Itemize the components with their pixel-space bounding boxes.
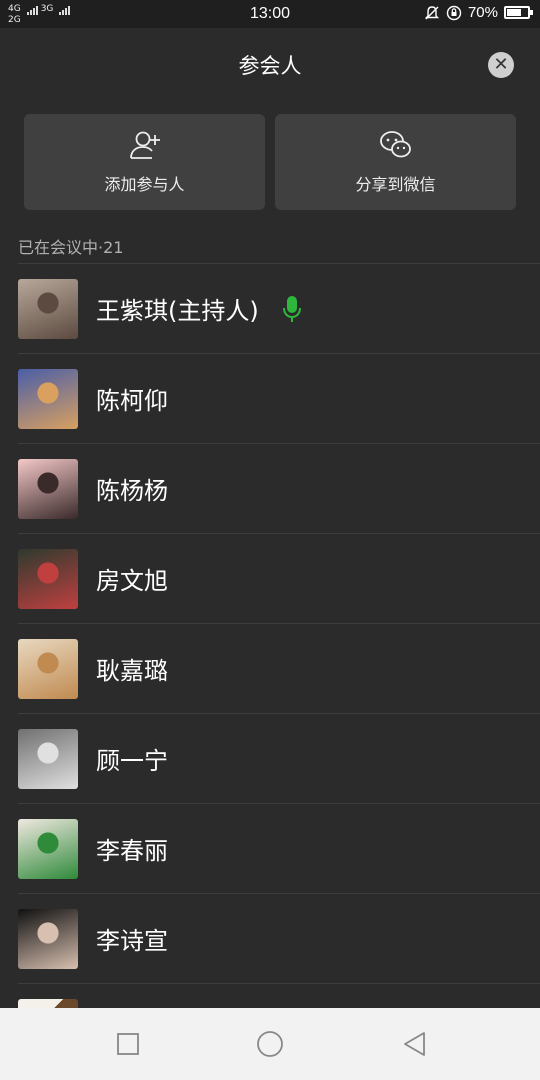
participant-row[interactable]: 陈柯仰 (0, 354, 540, 444)
rotation-lock-icon (446, 5, 462, 20)
participant-row[interactable]: 顾一宁 (0, 714, 540, 804)
avatar (18, 639, 78, 699)
circle-icon[interactable] (256, 1030, 284, 1058)
add-participant-label: 添加参与人 (104, 175, 185, 194)
battery-icon (504, 6, 533, 19)
system-nav-bar (0, 1008, 540, 1080)
avatar (18, 459, 78, 519)
avatar (18, 549, 78, 609)
participant-name: 陈杨杨 (96, 477, 168, 505)
avatar (18, 369, 78, 429)
participant-row[interactable]: 李诗宣 (0, 894, 540, 984)
participant-list: 王紫琪(主持人) 陈柯仰 陈杨杨 房文旭 耿嘉璐 顾一宁 李春丽 李诗宣 (0, 264, 540, 1014)
square-icon[interactable] (116, 1030, 140, 1058)
share-wechat-label: 分享到微信 (355, 175, 436, 194)
status-right: 70% (424, 4, 533, 21)
participant-name: 王紫琪(主持人) (96, 297, 259, 325)
action-cards: 添加参与人 分享到微信 (24, 114, 516, 210)
add-person-icon (129, 131, 160, 159)
add-participant-button[interactable]: 添加参与人 (24, 114, 265, 210)
avatar (18, 729, 78, 789)
participant-name: 耿嘉璐 (96, 657, 168, 685)
header: 参会人 ✕ (0, 28, 540, 104)
page-title: 参会人 (238, 54, 302, 78)
participant-row[interactable]: 陈杨杨 (0, 444, 540, 534)
close-button[interactable]: ✕ (488, 52, 514, 78)
participant-row[interactable]: 耿嘉璐 (0, 624, 540, 714)
in-meeting-count: 已在会议中·21 (18, 238, 124, 257)
participant-row-host[interactable]: 王紫琪(主持人) (0, 264, 540, 354)
share-wechat-button[interactable]: 分享到微信 (275, 114, 516, 210)
participant-name: 房文旭 (96, 567, 168, 595)
microphone-icon (283, 296, 301, 322)
participant-name: 李春丽 (96, 837, 168, 865)
participant-name: 顾一宁 (96, 747, 168, 775)
avatar (18, 279, 78, 339)
alarm-off-icon (424, 5, 440, 19)
participant-row[interactable]: 房文旭 (0, 534, 540, 624)
back-triangle-icon[interactable] (402, 1030, 428, 1058)
participant-name: 陈柯仰 (96, 387, 168, 415)
avatar (18, 909, 78, 969)
wechat-icon (379, 131, 411, 158)
participant-row[interactable]: 李春丽 (0, 804, 540, 894)
participant-name: 李诗宣 (96, 927, 168, 955)
avatar (18, 819, 78, 879)
battery-percent: 70% (467, 4, 498, 21)
status-bar: 4G 3G 2G 13:00 70% (0, 0, 540, 28)
close-icon: ✕ (493, 54, 509, 75)
